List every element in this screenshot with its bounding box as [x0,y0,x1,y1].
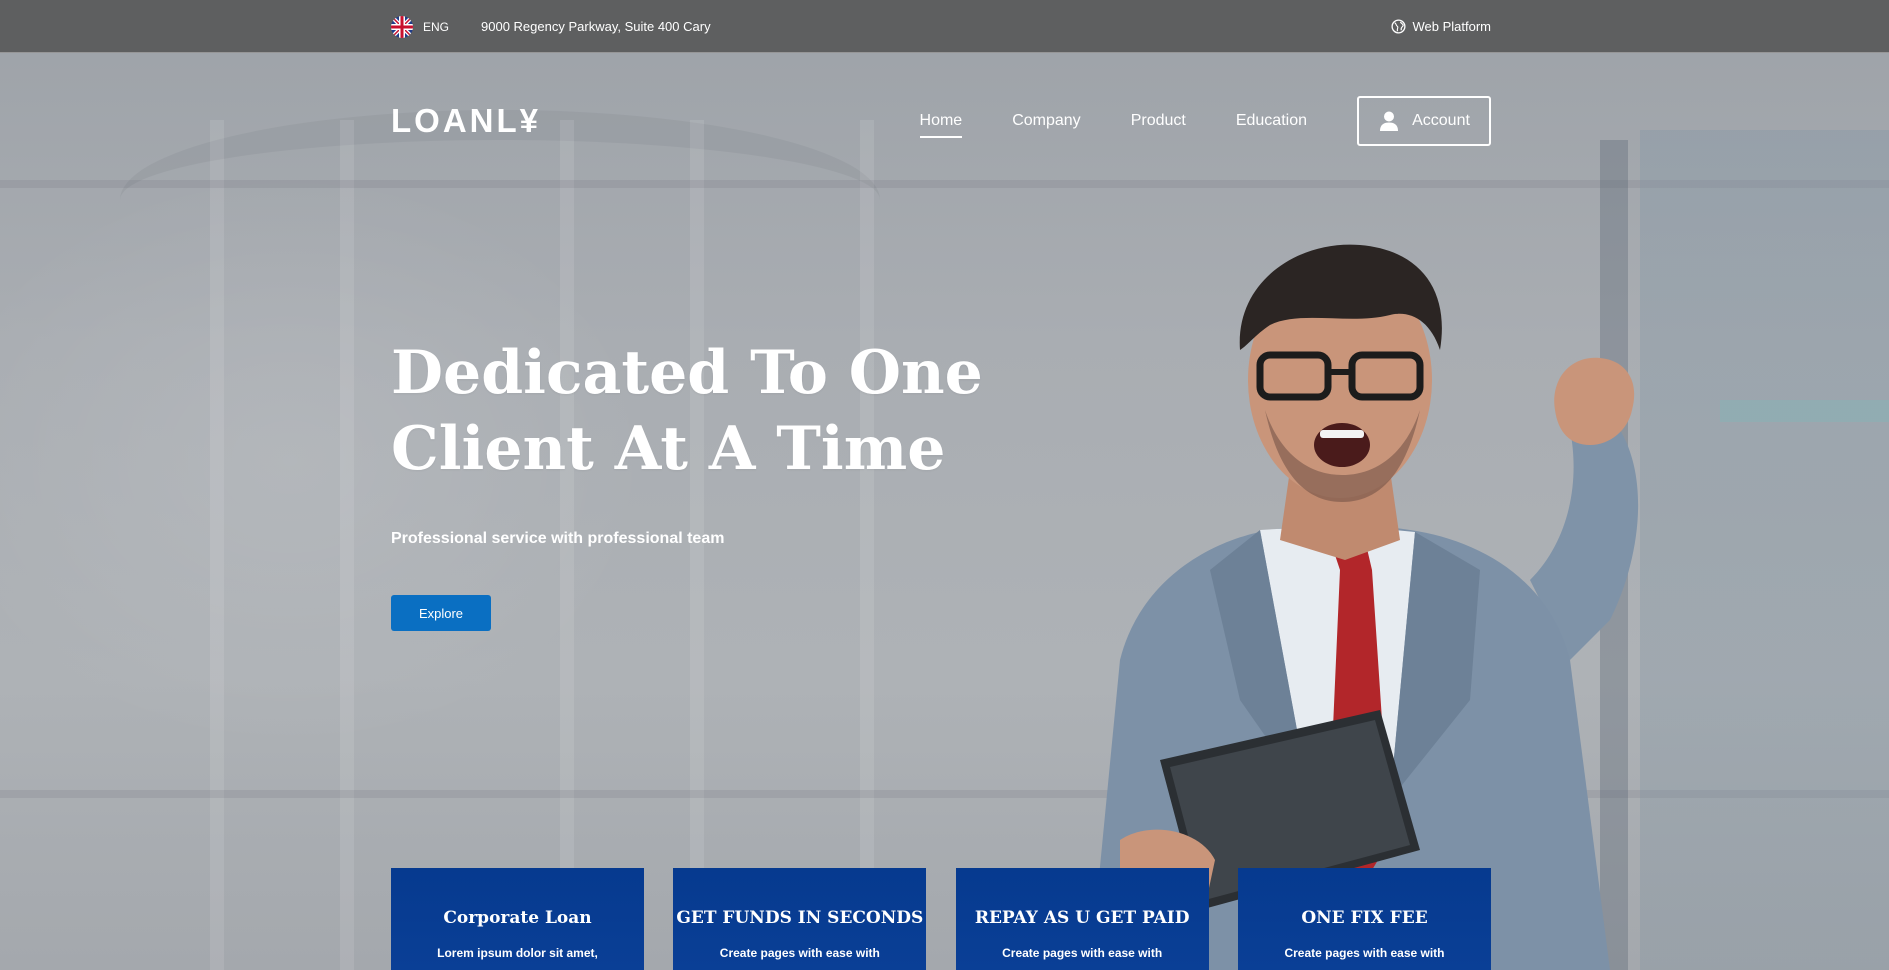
account-button-label: Account [1412,112,1470,129]
feature-card-title: GET FUNDS IN SECONDS [676,908,924,928]
hero-title: Dedicated To One Client At A Time [391,335,1011,487]
site-logo[interactable]: LOANL¥ [391,102,541,140]
feature-card-get-funds[interactable]: GET FUNDS IN SECONDS Create pages with e… [673,868,927,970]
web-platform-link[interactable]: Web Platform [1391,19,1491,34]
background-teal-stripe [1720,400,1889,422]
explore-button[interactable]: Explore [391,595,491,631]
background-window-post [860,120,874,970]
feature-card-text: Create pages with ease with [719,946,880,960]
feature-card-text: Create pages with ease with [1284,946,1445,960]
background-window-post [340,120,354,970]
account-button[interactable]: Account [1357,96,1491,146]
nav-link-education[interactable]: Education [1236,106,1307,136]
nav-link-product[interactable]: Product [1131,106,1186,136]
feature-card-text: Lorem ipsum dolor sit amet, [437,946,598,960]
nav-link-home[interactable]: Home [919,106,962,138]
feature-card-text: Create pages with ease with [1002,946,1163,960]
language-selector[interactable]: ENG [423,20,449,34]
top-info-bar: ENG 9000 Regency Parkway, Suite 400 Cary… [0,0,1889,53]
uk-flag-icon[interactable] [391,15,413,38]
background-window-post [210,120,224,970]
nav-link-company[interactable]: Company [1012,106,1080,136]
web-platform-label: Web Platform [1412,19,1491,34]
hero-title-line-1: Dedicated To One [391,338,983,408]
nav-links: Home Company Product Education [919,106,1307,138]
hero-person-image [1010,240,1710,970]
hero-title-line-2: Client At A Time [391,414,946,484]
feature-card-repay[interactable]: REPAY AS U GET PAID Create pages with ea… [955,868,1209,970]
feature-cards: Corporate Loan Lorem ipsum dolor sit ame… [391,868,1491,970]
feature-card-fix-fee[interactable]: ONE FIX FEE Create pages with ease with [1237,868,1491,970]
feature-card-title: ONE FIX FEE [1301,908,1428,928]
office-address: 9000 Regency Parkway, Suite 400 Cary [481,19,711,34]
feature-card-title: Corporate Loan [443,908,592,928]
main-navbar: LOANL¥ Home Company Product Education Ac… [391,95,1491,147]
top-info-bar-content: ENG 9000 Regency Parkway, Suite 400 Cary… [391,0,1491,53]
feature-card-corporate-loan[interactable]: Corporate Loan Lorem ipsum dolor sit ame… [391,868,644,970]
hero-subtitle: Professional service with professional t… [391,530,725,547]
user-icon [1378,110,1400,132]
feature-card-title: REPAY AS U GET PAID [974,908,1190,928]
globe-icon [1391,19,1407,34]
